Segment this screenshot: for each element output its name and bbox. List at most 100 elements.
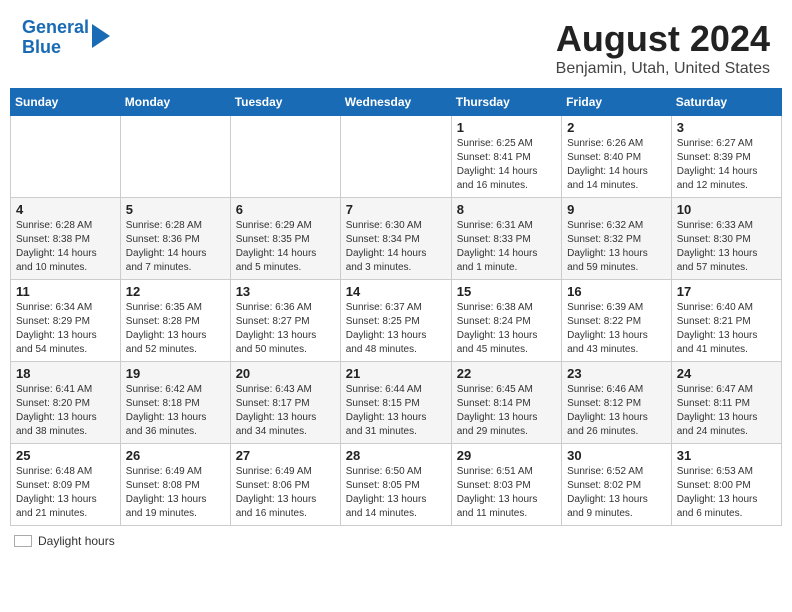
day-header-tuesday: Tuesday bbox=[230, 89, 340, 116]
daylight-label: Daylight hours bbox=[38, 534, 115, 548]
calendar-cell: 21 Sunrise: 6:44 AMSunset: 8:15 PMDayligh… bbox=[340, 362, 451, 444]
day-info: Sunrise: 6:32 AMSunset: 8:32 PMDaylight:… bbox=[567, 219, 666, 275]
day-header-sunday: Sunday bbox=[11, 89, 121, 116]
day-number: 22 bbox=[457, 366, 556, 381]
calendar-cell: 11 Sunrise: 6:34 AMSunset: 8:29 PMDayligh… bbox=[11, 280, 121, 362]
calendar-cell: 13 Sunrise: 6:36 AMSunset: 8:27 PMDayligh… bbox=[230, 280, 340, 362]
calendar-cell: 2 Sunrise: 6:26 AMSunset: 8:40 PMDaylight… bbox=[562, 116, 672, 198]
day-info: Sunrise: 6:36 AMSunset: 8:27 PMDaylight:… bbox=[236, 301, 335, 357]
day-header-saturday: Saturday bbox=[671, 89, 781, 116]
calendar-cell bbox=[11, 116, 121, 198]
calendar-cell: 28 Sunrise: 6:50 AMSunset: 8:05 PMDayligh… bbox=[340, 444, 451, 526]
day-number: 7 bbox=[346, 202, 446, 217]
calendar-cell: 24Sunrise: 6:47 AMSunset: 8:11 PMDayligh… bbox=[671, 362, 781, 444]
calendar-cell bbox=[340, 116, 451, 198]
day-info: Sunrise: 6:39 AMSunset: 8:22 PMDaylight:… bbox=[567, 301, 666, 357]
day-info: Sunrise: 6:51 AMSunset: 8:03 PMDaylight:… bbox=[457, 465, 556, 521]
logo-arrow-icon bbox=[92, 24, 110, 48]
calendar-cell: 22 Sunrise: 6:45 AMSunset: 8:14 PMDayligh… bbox=[451, 362, 561, 444]
day-info: Sunrise: 6:48 AMSunset: 8:09 PMDaylight:… bbox=[16, 465, 115, 521]
day-info: Sunrise: 6:44 AMSunset: 8:15 PMDaylight:… bbox=[346, 383, 446, 439]
calendar-cell: 14Sunrise: 6:37 AMSunset: 8:25 PMDayligh… bbox=[340, 280, 451, 362]
day-info: Sunrise: 6:33 AMSunset: 8:30 PMDaylight:… bbox=[677, 219, 776, 275]
calendar-cell bbox=[230, 116, 340, 198]
day-info: Sunrise: 6:46 AMSunset: 8:12 PMDaylight:… bbox=[567, 383, 666, 439]
day-number: 28 bbox=[346, 448, 446, 463]
page-header: General Blue August 2024 Benjamin, Utah,… bbox=[10, 10, 782, 82]
calendar-cell: 17Sunrise: 6:40 AMSunset: 8:21 PMDayligh… bbox=[671, 280, 781, 362]
calendar-cell: 18Sunrise: 6:41 AMSunset: 8:20 PMDayligh… bbox=[11, 362, 121, 444]
day-info: Sunrise: 6:53 AMSunset: 8:00 PMDaylight:… bbox=[677, 465, 776, 521]
day-info: Sunrise: 6:49 AMSunset: 8:06 PMDaylight:… bbox=[236, 465, 335, 521]
day-number: 11 bbox=[16, 284, 115, 299]
day-number: 3 bbox=[677, 120, 776, 135]
day-number: 4 bbox=[16, 202, 115, 217]
footer: Daylight hours bbox=[10, 534, 782, 548]
calendar-cell: 15 Sunrise: 6:38 AMSunset: 8:24 PMDayligh… bbox=[451, 280, 561, 362]
calendar-cell: 4 Sunrise: 6:28 AMSunset: 8:38 PMDaylight… bbox=[11, 198, 121, 280]
day-info: Sunrise: 6:41 AMSunset: 8:20 PMDaylight:… bbox=[16, 383, 115, 439]
day-info: Sunrise: 6:50 AMSunset: 8:05 PMDaylight:… bbox=[346, 465, 446, 521]
day-info: Sunrise: 6:26 AMSunset: 8:40 PMDaylight:… bbox=[567, 137, 666, 193]
calendar-cell: 29 Sunrise: 6:51 AMSunset: 8:03 PMDayligh… bbox=[451, 444, 561, 526]
day-info: Sunrise: 6:45 AMSunset: 8:14 PMDaylight:… bbox=[457, 383, 556, 439]
calendar-week-1: 1Sunrise: 6:25 AMSunset: 8:41 PMDaylight… bbox=[11, 116, 782, 198]
calendar-cell: 1Sunrise: 6:25 AMSunset: 8:41 PMDaylight… bbox=[451, 116, 561, 198]
day-number: 31 bbox=[677, 448, 776, 463]
day-info: Sunrise: 6:42 AMSunset: 8:18 PMDaylight:… bbox=[126, 383, 225, 439]
calendar-cell bbox=[120, 116, 230, 198]
day-headers-row: SundayMondayTuesdayWednesdayThursdayFrid… bbox=[11, 89, 782, 116]
calendar-cell: 3 Sunrise: 6:27 AMSunset: 8:39 PMDaylight… bbox=[671, 116, 781, 198]
day-info: Sunrise: 6:43 AMSunset: 8:17 PMDaylight:… bbox=[236, 383, 335, 439]
day-number: 17 bbox=[677, 284, 776, 299]
day-number: 27 bbox=[236, 448, 335, 463]
day-info: Sunrise: 6:49 AMSunset: 8:08 PMDaylight:… bbox=[126, 465, 225, 521]
calendar-cell: 5Sunrise: 6:28 AMSunset: 8:36 PMDaylight… bbox=[120, 198, 230, 280]
calendar-cell: 31 Sunrise: 6:53 AMSunset: 8:00 PMDayligh… bbox=[671, 444, 781, 526]
calendar-cell: 12Sunrise: 6:35 AMSunset: 8:28 PMDayligh… bbox=[120, 280, 230, 362]
day-info: Sunrise: 6:34 AMSunset: 8:29 PMDaylight:… bbox=[16, 301, 115, 357]
day-number: 2 bbox=[567, 120, 666, 135]
day-number: 10 bbox=[677, 202, 776, 217]
day-number: 23 bbox=[567, 366, 666, 381]
calendar-cell: 8 Sunrise: 6:31 AMSunset: 8:33 PMDaylight… bbox=[451, 198, 561, 280]
day-number: 12 bbox=[126, 284, 225, 299]
day-number: 6 bbox=[236, 202, 335, 217]
calendar-week-4: 18Sunrise: 6:41 AMSunset: 8:20 PMDayligh… bbox=[11, 362, 782, 444]
day-number: 8 bbox=[457, 202, 556, 217]
day-number: 5 bbox=[126, 202, 225, 217]
day-header-thursday: Thursday bbox=[451, 89, 561, 116]
calendar-cell: 20 Sunrise: 6:43 AMSunset: 8:17 PMDayligh… bbox=[230, 362, 340, 444]
day-number: 15 bbox=[457, 284, 556, 299]
day-number: 13 bbox=[236, 284, 335, 299]
day-info: Sunrise: 6:52 AMSunset: 8:02 PMDaylight:… bbox=[567, 465, 666, 521]
day-header-wednesday: Wednesday bbox=[340, 89, 451, 116]
day-info: Sunrise: 6:37 AMSunset: 8:25 PMDaylight:… bbox=[346, 301, 446, 357]
calendar-cell: 19 Sunrise: 6:42 AMSunset: 8:18 PMDayligh… bbox=[120, 362, 230, 444]
calendar-cell: 30 Sunrise: 6:52 AMSunset: 8:02 PMDayligh… bbox=[562, 444, 672, 526]
calendar-cell: 27 Sunrise: 6:49 AMSunset: 8:06 PMDayligh… bbox=[230, 444, 340, 526]
calendar-title: August 2024 bbox=[556, 18, 770, 60]
daylight-legend-box bbox=[14, 535, 32, 547]
day-info: Sunrise: 6:31 AMSunset: 8:33 PMDaylight:… bbox=[457, 219, 556, 275]
day-header-friday: Friday bbox=[562, 89, 672, 116]
calendar-cell: 10 Sunrise: 6:33 AMSunset: 8:30 PMDayligh… bbox=[671, 198, 781, 280]
calendar-cell: 16 Sunrise: 6:39 AMSunset: 8:22 PMDayligh… bbox=[562, 280, 672, 362]
calendar-table: SundayMondayTuesdayWednesdayThursdayFrid… bbox=[10, 88, 782, 526]
calendar-week-3: 11 Sunrise: 6:34 AMSunset: 8:29 PMDayligh… bbox=[11, 280, 782, 362]
day-header-monday: Monday bbox=[120, 89, 230, 116]
logo-general: General bbox=[22, 17, 89, 37]
day-number: 30 bbox=[567, 448, 666, 463]
day-number: 9 bbox=[567, 202, 666, 217]
day-number: 29 bbox=[457, 448, 556, 463]
day-info: Sunrise: 6:27 AMSunset: 8:39 PMDaylight:… bbox=[677, 137, 776, 193]
day-number: 21 bbox=[346, 366, 446, 381]
day-number: 19 bbox=[126, 366, 225, 381]
day-number: 20 bbox=[236, 366, 335, 381]
calendar-week-2: 4 Sunrise: 6:28 AMSunset: 8:38 PMDaylight… bbox=[11, 198, 782, 280]
calendar-week-5: 25Sunrise: 6:48 AMSunset: 8:09 PMDayligh… bbox=[11, 444, 782, 526]
day-number: 16 bbox=[567, 284, 666, 299]
day-info: Sunrise: 6:28 AMSunset: 8:38 PMDaylight:… bbox=[16, 219, 115, 275]
day-info: Sunrise: 6:38 AMSunset: 8:24 PMDaylight:… bbox=[457, 301, 556, 357]
day-info: Sunrise: 6:29 AMSunset: 8:35 PMDaylight:… bbox=[236, 219, 335, 275]
